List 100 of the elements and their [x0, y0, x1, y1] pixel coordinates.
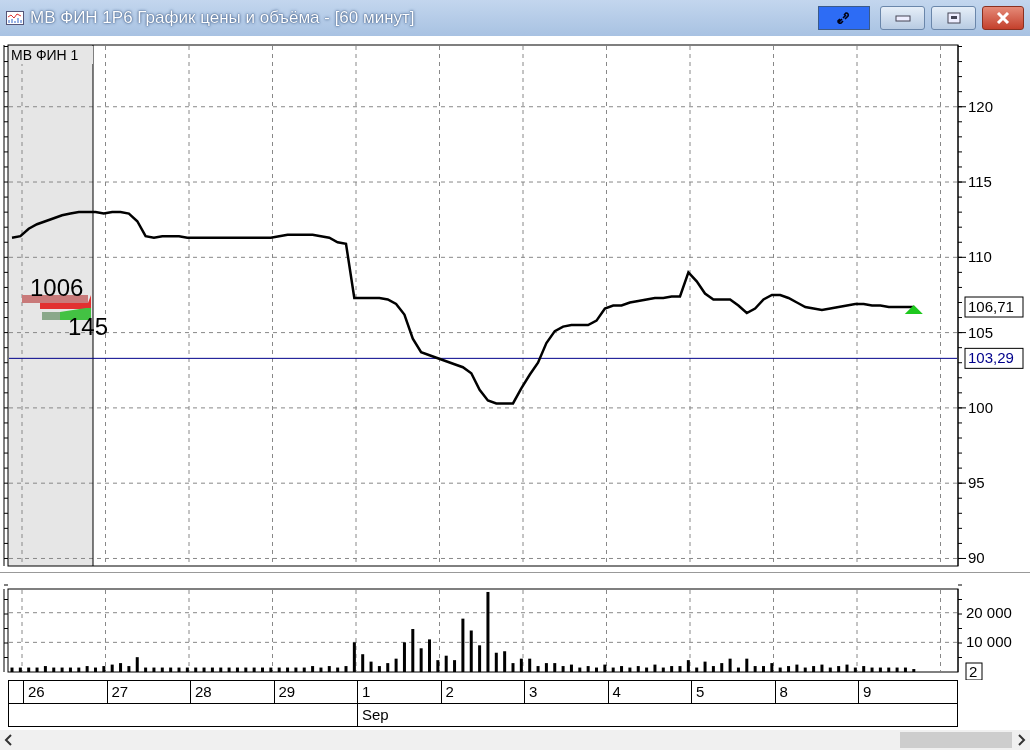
volume-bar	[235, 667, 239, 672]
volume-bar	[870, 667, 874, 672]
volume-bar	[60, 667, 64, 672]
volume-bar	[85, 666, 89, 672]
volume-bar	[444, 655, 448, 672]
triangle-icon	[904, 305, 923, 314]
close-button[interactable]	[982, 6, 1024, 30]
volume-bar	[519, 658, 523, 672]
date-label: 27	[111, 683, 129, 700]
axis-label: 115	[968, 173, 992, 191]
date-label: 5	[696, 683, 705, 700]
volume-bar	[703, 661, 707, 672]
volume-bar	[561, 666, 565, 672]
volume-bar	[803, 667, 807, 672]
volume-bar	[352, 642, 356, 672]
scale-badge: 2	[965, 662, 983, 680]
volume-bar	[135, 657, 139, 672]
volume-bar	[436, 660, 440, 672]
volume-bar	[453, 660, 457, 672]
volume-bar	[127, 666, 131, 672]
volume-bar	[252, 667, 256, 672]
volume-bar	[628, 667, 632, 672]
volume-bar	[636, 666, 640, 672]
volume-bar	[302, 667, 306, 672]
axis-label: 95	[968, 474, 985, 492]
volume-bar	[194, 667, 198, 672]
volume-bar	[10, 667, 14, 672]
month-label: Sep	[362, 706, 389, 723]
volume-bar	[820, 664, 824, 672]
scroll-right-icon[interactable]	[1016, 734, 1026, 746]
scroll-thumb[interactable]	[900, 732, 1012, 748]
volume-bar	[286, 667, 290, 672]
volume-bar	[887, 667, 891, 672]
scroll-left-icon[interactable]	[4, 734, 14, 746]
volume-bar	[787, 666, 791, 672]
date-label: 28	[195, 683, 212, 700]
volume-bar	[269, 667, 273, 672]
volume-bar	[528, 658, 532, 672]
volume-bar	[35, 667, 39, 672]
volume-bar	[169, 667, 173, 672]
volume-bar	[620, 666, 624, 672]
volume-bar	[845, 664, 849, 672]
volume-bar	[503, 651, 507, 672]
volume-bar	[903, 667, 907, 672]
volume-bar	[494, 652, 498, 672]
last-price-label: 106,71	[964, 296, 1024, 318]
volume-bar	[695, 667, 699, 672]
volume-bar	[119, 663, 123, 672]
axis-label: 110	[968, 248, 992, 266]
volume-bar	[402, 642, 406, 672]
volume-bar	[277, 667, 281, 672]
volume-bar	[244, 667, 248, 672]
volume-bar	[837, 666, 841, 672]
volume-bar	[394, 658, 398, 672]
window-title: МВ ФИН 1Р6 График цены и объёма - [60 минут]	[30, 8, 415, 28]
volume-bar	[227, 667, 231, 672]
volume-bar	[294, 667, 298, 672]
bid-volume: 1006	[30, 274, 84, 301]
volume-bar	[720, 663, 724, 672]
date-label: 29	[278, 683, 296, 700]
volume-bar	[778, 667, 782, 672]
volume-bar	[361, 654, 365, 672]
volume-bar	[770, 663, 774, 672]
volume-bar	[553, 663, 557, 672]
minimize-button[interactable]	[880, 6, 925, 30]
volume-bar	[895, 667, 899, 672]
volume-bar	[611, 667, 615, 672]
volume-bar	[110, 664, 114, 672]
volume-bar	[536, 666, 540, 672]
volume-bar	[753, 666, 757, 672]
volume-bar	[653, 664, 657, 672]
volume-bar	[94, 667, 97, 672]
volume-bar	[728, 658, 732, 672]
volume-bar	[745, 658, 749, 672]
volume-bar	[511, 663, 515, 672]
volume-bar	[686, 660, 690, 672]
volume-bar	[219, 667, 223, 672]
volume-bar	[762, 666, 765, 672]
volume-bar	[661, 667, 665, 672]
volume-bar	[853, 667, 857, 672]
volume-bar	[102, 666, 106, 672]
volume-bar	[736, 667, 740, 672]
volume-bar	[377, 666, 381, 672]
link-button[interactable]	[818, 6, 870, 30]
volume-bar	[795, 664, 799, 672]
volume-bar	[144, 667, 148, 672]
horizontal-scrollbar[interactable]	[0, 730, 1030, 750]
volume-bar	[77, 667, 81, 672]
date-label: 26	[28, 683, 45, 700]
volume-bar	[344, 666, 348, 672]
ask-volume: 145	[68, 313, 109, 340]
volume-bar	[311, 666, 315, 672]
axis-label: 100	[968, 398, 994, 416]
volume-bar	[711, 666, 715, 672]
level-price-label: 103,29	[964, 347, 1024, 369]
volume-bar	[578, 667, 582, 672]
volume-bar	[428, 639, 431, 672]
volume-bar	[461, 618, 465, 672]
maximize-button[interactable]	[931, 6, 976, 30]
volume-bar	[678, 666, 682, 672]
